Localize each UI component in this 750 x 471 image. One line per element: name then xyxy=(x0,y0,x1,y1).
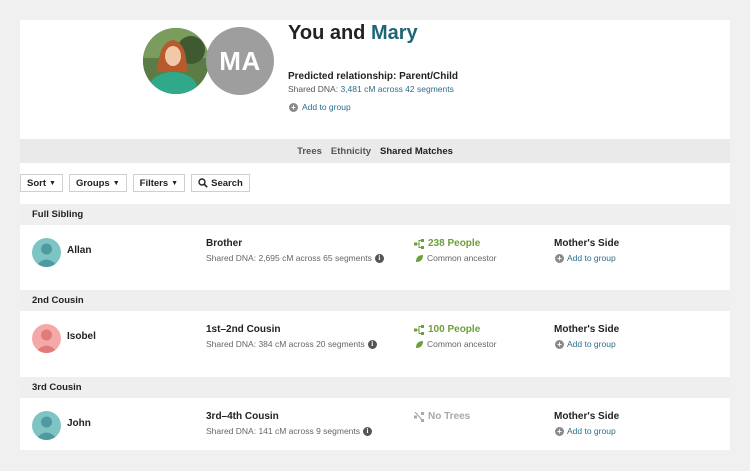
user-photo[interactable] xyxy=(143,28,209,94)
chevron-down-icon: ▼ xyxy=(171,179,179,187)
filters-button[interactable]: Filters ▼ xyxy=(132,174,186,192)
common-ancestor-label: Common ancestor xyxy=(427,253,497,263)
match-row[interactable]: Allan Brother Shared DNA: 2,695 cM acros… xyxy=(20,225,730,289)
common-ancestor[interactable]: Common ancestor xyxy=(415,253,496,263)
add-to-group-label: Add to group xyxy=(302,102,351,112)
parent-side-label: Mother's Side xyxy=(554,324,620,335)
sort-button[interactable]: Sort ▼ xyxy=(20,174,63,192)
predicted-relationship: Predicted relationship: Parent/Child xyxy=(288,71,459,82)
add-to-group-button[interactable]: + Add to group xyxy=(555,253,616,263)
shared-dna-text: Shared DNA: 384 cM across 20 segments i xyxy=(206,339,377,349)
avatar[interactable] xyxy=(32,411,61,440)
add-to-group-label: Add to group xyxy=(567,426,616,436)
relationship-label: Brother xyxy=(206,238,243,249)
sort-label: Sort xyxy=(27,177,46,189)
section-heading: Full Sibling xyxy=(20,204,730,225)
plus-circle-icon: + xyxy=(555,339,564,349)
match-name[interactable]: John xyxy=(67,418,91,429)
shared-dna-link[interactable]: 3,481 cM across 42 segments xyxy=(340,84,453,94)
search-icon xyxy=(198,178,208,188)
match-name[interactable]: Isobel xyxy=(67,331,96,342)
plus-circle-icon: + xyxy=(555,253,564,263)
plus-circle-icon: + xyxy=(289,102,298,112)
avatar[interactable] xyxy=(32,238,61,267)
leaf-icon xyxy=(416,340,423,348)
search-label: Search xyxy=(211,177,243,189)
shared-dna-value: Shared DNA: 384 cM across 20 segments xyxy=(206,339,365,349)
section-heading: 2nd Cousin xyxy=(20,290,730,311)
parent-side-label: Mother's Side xyxy=(554,411,620,422)
match-name: Mary xyxy=(370,22,418,44)
match-card: MA You and Mary Predicted relationship: … xyxy=(20,20,730,450)
common-ancestor-label: Common ancestor xyxy=(427,339,497,349)
parent-side-label: Mother's Side xyxy=(554,238,620,249)
match-initials-avatar[interactable]: MA xyxy=(206,27,274,95)
info-icon[interactable]: i xyxy=(363,426,373,436)
trees-link[interactable]: 100 People xyxy=(414,324,480,335)
groups-label: Groups xyxy=(75,177,110,189)
leaf-icon xyxy=(416,254,423,262)
match-header: MA You and Mary Predicted relationship: … xyxy=(20,20,730,138)
relationship-label: 3rd–4th Cousin xyxy=(206,411,279,422)
tab-ethnicity[interactable]: Ethnicity xyxy=(331,146,371,157)
info-icon[interactable]: i xyxy=(367,339,377,349)
trees-count: 238 People xyxy=(428,238,481,249)
tab-trees[interactable]: Trees xyxy=(297,146,322,157)
shared-dna-text: Shared DNA: 2,695 cM across 65 segments … xyxy=(206,253,384,263)
add-to-group-button[interactable]: + Add to group xyxy=(555,339,616,349)
add-to-group-button[interactable]: + Add to group xyxy=(555,426,616,436)
chevron-down-icon: ▼ xyxy=(112,179,120,187)
add-to-group-label: Add to group xyxy=(567,339,616,349)
shared-dna-value: Shared DNA: 141 cM across 9 segments xyxy=(206,426,361,436)
page-title: You and Mary xyxy=(288,22,418,45)
no-trees-label: No Trees xyxy=(414,411,470,422)
no-tree-icon xyxy=(414,411,425,422)
tree-icon xyxy=(414,238,424,249)
shared-dna-text: Shared DNA: 141 cM across 9 segments i xyxy=(206,426,373,436)
groups-button[interactable]: Groups ▼ xyxy=(68,174,127,192)
search-button[interactable]: Search xyxy=(191,174,250,192)
add-to-group-label: Add to group xyxy=(567,253,616,263)
relationship-label: 1st–2nd Cousin xyxy=(206,324,281,335)
shared-dna-summary: Shared DNA: 3,481 cM across 42 segments xyxy=(288,84,454,94)
match-row[interactable]: Isobel 1st–2nd Cousin Shared DNA: 384 cM… xyxy=(20,311,730,375)
shared-dna-label: Shared DNA: xyxy=(288,84,341,94)
info-icon[interactable]: i xyxy=(374,253,384,263)
tab-shared-matches[interactable]: Shared Matches xyxy=(380,146,453,157)
match-name[interactable]: Allan xyxy=(67,245,91,256)
filters-label: Filters xyxy=(139,177,169,189)
plus-circle-icon: + xyxy=(555,426,564,436)
avatar[interactable] xyxy=(32,324,61,353)
trees-link[interactable]: 238 People xyxy=(414,238,480,249)
tab-bar: Trees Ethnicity Shared Matches xyxy=(20,139,730,163)
add-to-group-button[interactable]: + Add to group xyxy=(289,102,351,112)
trees-count: No Trees xyxy=(428,411,471,422)
shared-dna-value: Shared DNA: 2,695 cM across 65 segments xyxy=(206,253,372,263)
section-heading: 3rd Cousin xyxy=(20,377,730,398)
match-row[interactable]: John 3rd–4th Cousin Shared DNA: 141 cM a… xyxy=(20,398,730,450)
tree-icon xyxy=(414,324,424,335)
chevron-down-icon: ▼ xyxy=(49,179,56,187)
toolbar: Sort ▼ Groups ▼ Filters ▼ Search xyxy=(20,174,250,192)
trees-count: 100 People xyxy=(428,324,481,335)
title-prefix: You and xyxy=(288,22,371,44)
common-ancestor[interactable]: Common ancestor xyxy=(415,339,496,349)
